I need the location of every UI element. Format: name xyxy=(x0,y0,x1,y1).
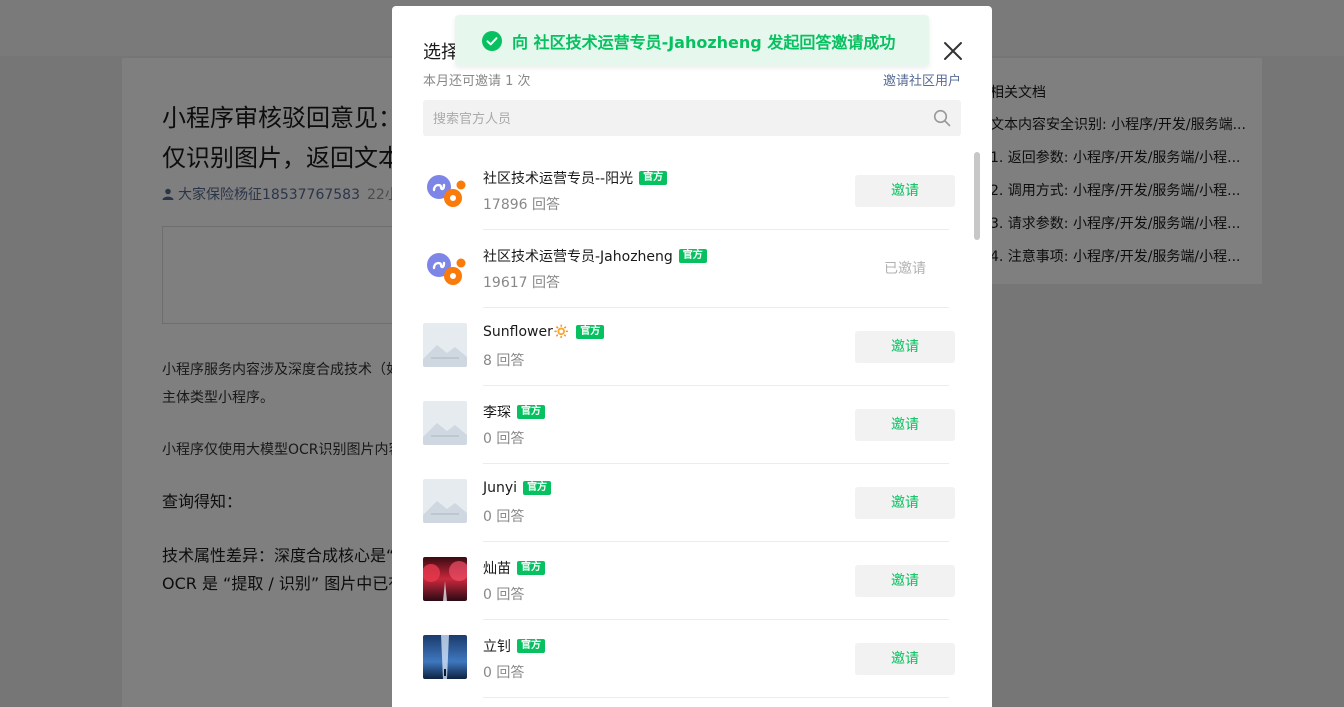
member-name: 社区技术运营专员--阳光 xyxy=(483,171,634,187)
list-item: 社区技术运营专员-Jahozheng 官方 19617 回答 已邀请 xyxy=(423,230,955,308)
avatar xyxy=(423,167,467,211)
member-name: Junyi xyxy=(483,480,518,496)
member-list: 社区技术运营专员--阳光 官方 17896 回答 邀请 社区技术运营专员-Jah… xyxy=(423,152,955,698)
member-name: 灿苗 xyxy=(483,561,511,577)
search-icon[interactable] xyxy=(933,109,951,127)
avatar xyxy=(423,479,467,523)
official-badge: 官方 xyxy=(517,405,545,419)
search-input[interactable] xyxy=(423,100,923,136)
avatar xyxy=(423,323,467,367)
official-badge: 官方 xyxy=(678,249,707,263)
official-badge: 官方 xyxy=(639,171,668,185)
search-box xyxy=(423,100,961,136)
official-badge: 官方 xyxy=(523,481,552,495)
invite-quota: 本月还可邀请 1 次 xyxy=(423,74,531,89)
answer-count: 0 回答 xyxy=(483,665,525,681)
answer-count: 17896 回答 xyxy=(483,197,560,213)
list-item: 李琛 官方 0 回答 邀请 xyxy=(423,386,955,464)
invite-button[interactable]: 邀请 xyxy=(855,409,955,441)
answer-count: 0 回答 xyxy=(483,431,525,447)
toast-message: 向 社区技术运营专员-Jahozheng 发起回答邀请成功 xyxy=(512,32,896,52)
image-placeholder-icon xyxy=(423,479,467,523)
invite-modal: 选择 本月还可邀请 1 次 邀请社区用户 搜索官方人员 社区技术运营专员--阳光… xyxy=(392,6,992,707)
official-badge: 官方 xyxy=(576,325,605,339)
list-item: 灿苗 官方 0 回答 邀请 xyxy=(423,542,955,620)
close-icon[interactable] xyxy=(942,40,964,62)
invited-status: 已邀请 xyxy=(884,261,926,277)
member-name: Sunflower🔅 xyxy=(483,324,571,340)
list-item: 社区技术运营专员--阳光 官方 17896 回答 邀请 xyxy=(423,152,955,230)
invite-button[interactable]: 邀请 xyxy=(855,175,955,207)
answer-count: 0 回答 xyxy=(483,509,525,525)
member-name-line: 立钊 官方 xyxy=(483,636,545,656)
member-name-line: 社区技术运营专员-Jahozheng 官方 xyxy=(483,246,707,266)
answer-count: 19617 回答 xyxy=(483,275,560,291)
avatar xyxy=(423,635,467,679)
modal-title: 选择 xyxy=(423,42,459,63)
list-item: Junyi 官方 0 回答 邀请 xyxy=(423,464,955,542)
invite-button[interactable]: 邀请 xyxy=(855,331,955,363)
member-name-line: 灿苗 官方 xyxy=(483,558,545,578)
member-name: 立钊 xyxy=(483,639,511,655)
avatar xyxy=(423,401,467,445)
invite-community-link[interactable]: 邀请社区用户 xyxy=(883,70,961,89)
member-name-line: Sunflower🔅 官方 xyxy=(483,324,605,340)
miniprogram-logo-icon xyxy=(423,167,467,211)
avatar xyxy=(423,557,467,601)
invite-button[interactable]: 邀请 xyxy=(855,565,955,597)
image-placeholder-icon xyxy=(423,323,467,367)
miniprogram-logo-icon xyxy=(423,245,467,289)
list-item: Sunflower🔅 官方 8 回答 邀请 xyxy=(423,308,955,386)
official-badge: 官方 xyxy=(517,639,545,653)
member-name-line: 社区技术运营专员--阳光 官方 xyxy=(483,168,668,188)
invite-button[interactable]: 邀请 xyxy=(855,643,955,675)
invite-button[interactable]: 邀请 xyxy=(855,487,955,519)
official-badge: 官方 xyxy=(517,561,545,575)
avatar xyxy=(423,245,467,289)
success-check-icon xyxy=(482,30,502,51)
member-name: 社区技术运营专员-Jahozheng xyxy=(483,249,673,265)
blue-light-avatar-icon xyxy=(423,635,467,679)
red-landscape-avatar-icon xyxy=(423,557,467,601)
answer-count: 0 回答 xyxy=(483,587,525,603)
image-placeholder-icon xyxy=(423,401,467,445)
member-name: 李琛 xyxy=(483,405,511,421)
member-name-line: Junyi 官方 xyxy=(483,480,552,496)
list-scrollbar[interactable] xyxy=(974,152,980,240)
row-divider xyxy=(483,697,949,698)
list-item: 立钊 官方 0 回答 邀请 xyxy=(423,620,955,698)
member-name-line: 李琛 官方 xyxy=(483,402,545,422)
success-toast: 向 社区技术运营专员-Jahozheng 发起回答邀请成功 xyxy=(455,15,929,66)
answer-count: 8 回答 xyxy=(483,353,525,369)
